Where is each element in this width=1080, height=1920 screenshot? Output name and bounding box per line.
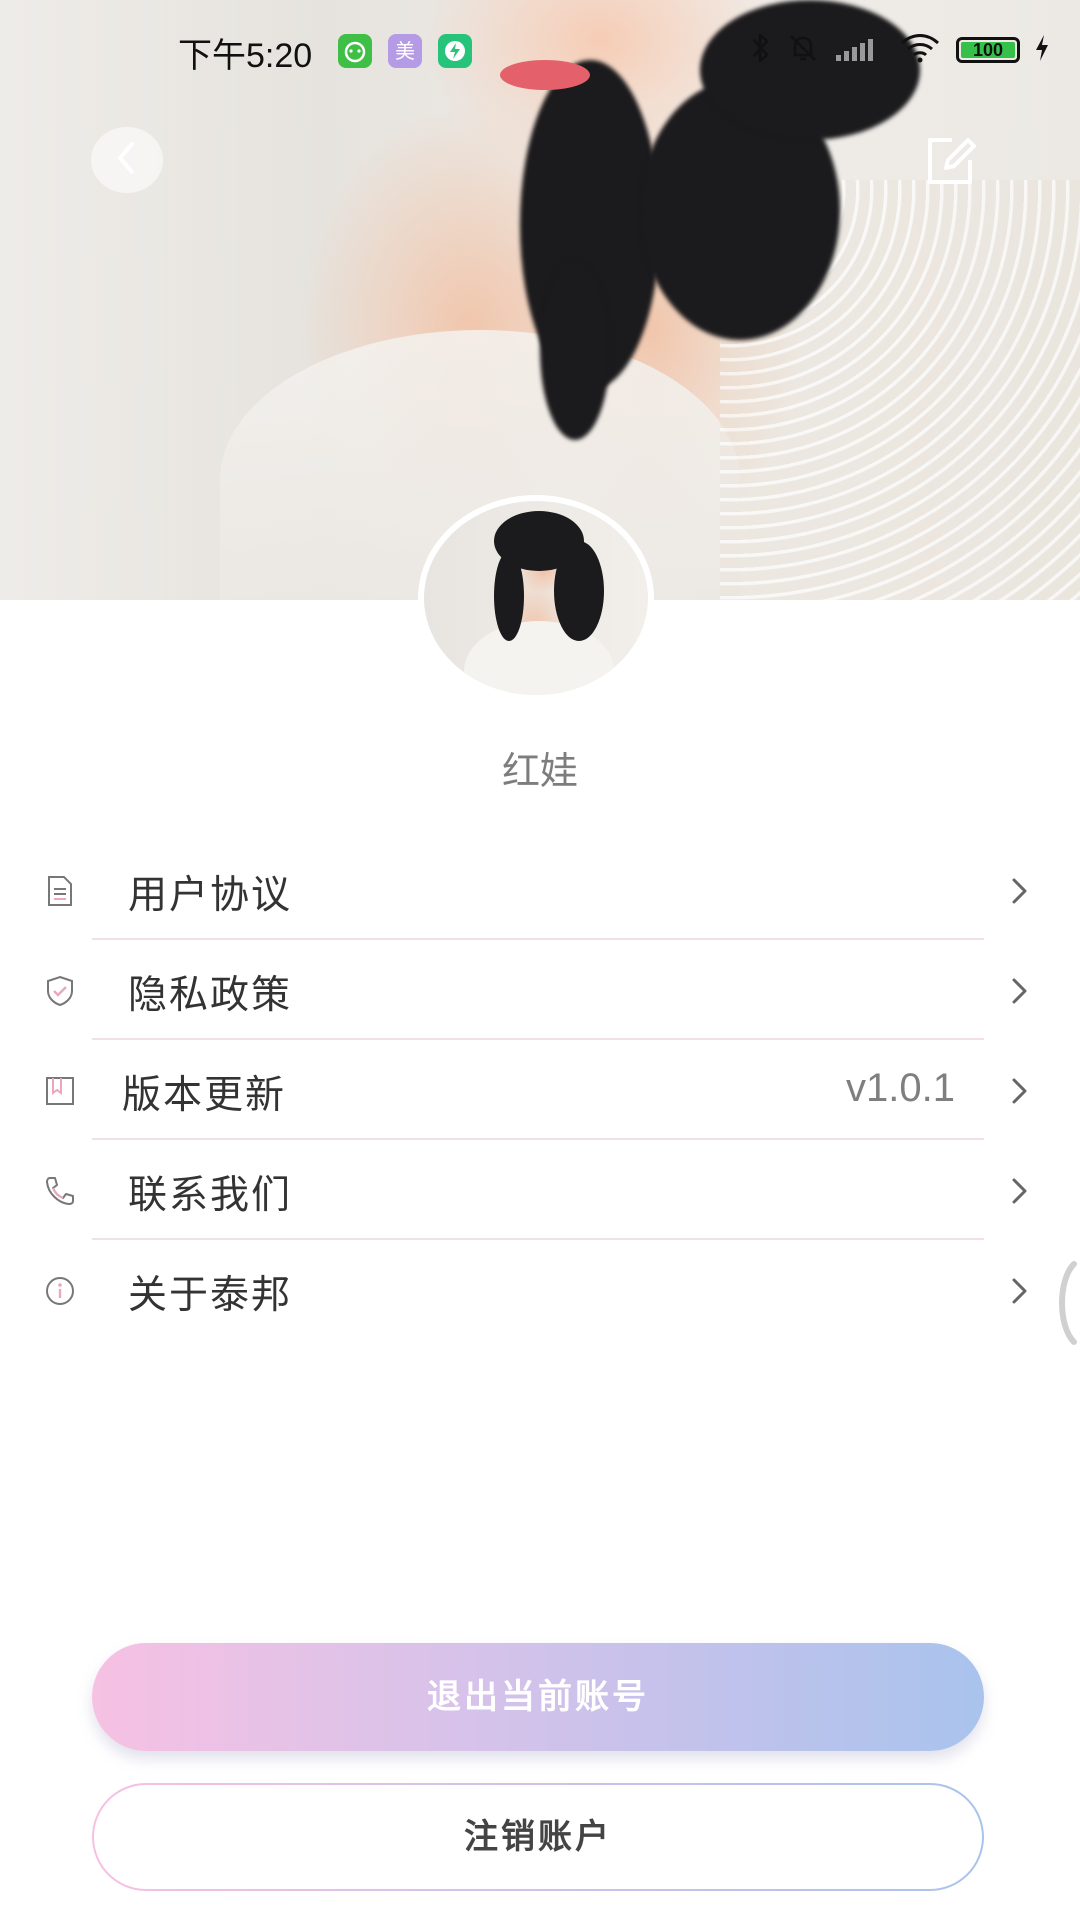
status-indicators: 100 bbox=[750, 30, 1050, 70]
battery-indicator: 100 bbox=[956, 37, 1020, 63]
menu-item-label: 关于泰邦 bbox=[128, 1273, 293, 1318]
security-app-icon bbox=[438, 34, 472, 68]
mei-app-icon: 美 bbox=[388, 34, 422, 68]
chevron-right-icon bbox=[1008, 1276, 1030, 1306]
status-time: 下午5:20 bbox=[178, 37, 313, 75]
menu-item-label: 版本更新 bbox=[122, 1073, 287, 1118]
edit-profile-button[interactable] bbox=[920, 132, 980, 192]
menu-item-label: 用户协议 bbox=[128, 873, 293, 918]
settings-menu: 用户协议 隐私政策 版本更新 v1.0.1 联系我们 关于泰邦 bbox=[0, 840, 1080, 1340]
version-number: v1.0.1 bbox=[846, 1066, 955, 1110]
chevron-right-icon bbox=[1008, 1176, 1030, 1206]
avatar[interactable] bbox=[418, 495, 654, 701]
bookmark-icon bbox=[44, 1075, 76, 1107]
status-bar: 下午5:20 美 100 bbox=[0, 0, 1080, 100]
menu-item-version-update[interactable]: 版本更新 v1.0.1 bbox=[0, 1040, 1080, 1140]
edit-icon bbox=[920, 138, 980, 196]
edge-swipe-handle[interactable] bbox=[1050, 1260, 1080, 1346]
signal-icon bbox=[834, 33, 884, 67]
qq-pet-app-icon bbox=[338, 34, 372, 68]
document-icon bbox=[44, 875, 76, 907]
info-icon bbox=[44, 1275, 76, 1307]
menu-item-privacy-policy[interactable]: 隐私政策 bbox=[0, 940, 1080, 1040]
menu-item-label: 联系我们 bbox=[128, 1173, 293, 1218]
profile-name: 红娃 bbox=[501, 749, 578, 793]
back-button[interactable] bbox=[91, 127, 163, 193]
chevron-right-icon bbox=[1008, 876, 1030, 906]
menu-item-label: 隐私政策 bbox=[128, 973, 293, 1018]
chevron-right-icon bbox=[1008, 1076, 1030, 1106]
cancel-account-button[interactable]: 注销账户 bbox=[92, 1783, 984, 1891]
profile-settings-screen: 下午5:20 美 100 红娃 用户协议 隐私政策 版本更新 v1.0.1 联系… bbox=[0, 0, 1080, 1920]
menu-item-contact-us[interactable]: 联系我们 bbox=[0, 1140, 1080, 1240]
menu-item-about[interactable]: 关于泰邦 bbox=[0, 1240, 1080, 1340]
bluetooth-icon bbox=[750, 31, 772, 69]
bell-muted-icon bbox=[786, 31, 820, 69]
charging-icon bbox=[1034, 33, 1050, 67]
wifi-icon bbox=[898, 31, 942, 69]
phone-icon bbox=[44, 1175, 76, 1207]
chevron-left-icon bbox=[112, 140, 142, 180]
logout-button[interactable]: 退出当前账号 bbox=[92, 1643, 984, 1751]
battery-level: 100 bbox=[972, 40, 1004, 60]
menu-item-user-agreement[interactable]: 用户协议 bbox=[0, 840, 1080, 940]
shield-icon bbox=[44, 975, 76, 1007]
chevron-right-icon bbox=[1008, 976, 1030, 1006]
